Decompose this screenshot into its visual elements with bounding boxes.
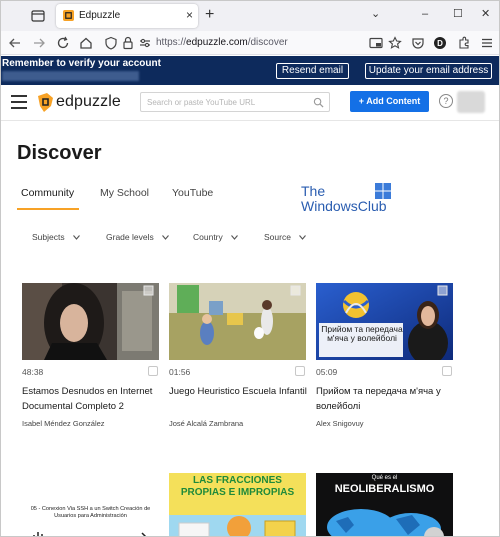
url-path: /discover	[247, 37, 288, 48]
video-author[interactable]: Alex Snigovuy	[316, 419, 364, 428]
permissions-icon[interactable]	[137, 35, 153, 51]
search-icon[interactable]	[313, 97, 324, 108]
chevron-down-icon	[230, 235, 238, 241]
browser-tab[interactable]: Edpuzzle ×	[56, 4, 198, 28]
logo-wordmark[interactable]: edpuzzle	[56, 93, 121, 111]
lock-icon[interactable]	[120, 35, 136, 51]
thumbnail-caption: Прийом та передача м'яча у волейболі	[321, 325, 403, 343]
bookmark-star-icon[interactable]	[387, 35, 403, 51]
select-checkbox[interactable]	[295, 366, 305, 376]
close-window-icon[interactable]: ✕	[481, 7, 490, 21]
filter-subjects[interactable]: Subjects	[32, 232, 80, 242]
app-menu-icon[interactable]	[479, 35, 495, 51]
tab-my-school[interactable]: My School	[100, 187, 149, 199]
browser-window: Edpuzzle × + ⌄ – ☐ ✕ https://edpuzzle.co…	[0, 0, 500, 537]
add-content-button[interactable]: + Add Content	[350, 91, 429, 112]
tab-community[interactable]: Community	[21, 187, 74, 199]
thumbnail-caption: 05 - Conexion Via SSH a un Switch Creaci…	[30, 506, 151, 519]
url-host: edpuzzle.com	[186, 37, 248, 48]
thumbnail-caption: LAS FRACCIONES PROPIAS E IMPROPIAS	[180, 475, 295, 498]
video-duration: 05:09	[316, 367, 338, 377]
hamburger-menu-icon[interactable]	[11, 95, 27, 109]
filter-label: Country	[193, 232, 223, 242]
chevron-down-icon	[299, 235, 306, 241]
home-icon[interactable]	[78, 35, 94, 51]
page-title: Discover	[17, 142, 102, 164]
avatar[interactable]	[457, 91, 485, 113]
back-arrow-icon[interactable]	[7, 35, 23, 51]
account-d-icon[interactable]: D	[432, 35, 448, 51]
edpuzzle-favicon-icon	[63, 10, 74, 21]
video-thumbnail[interactable]: 05 - Conexion Via SSH a un Switch Creaci…	[22, 473, 159, 537]
filter-country[interactable]: Country	[193, 232, 238, 242]
minimize-icon[interactable]: –	[422, 7, 428, 21]
extensions-puzzle-icon[interactable]	[456, 35, 472, 51]
windows-logo-icon	[375, 183, 391, 199]
url-field[interactable]: https://edpuzzle.com/discover	[156, 37, 288, 48]
chevron-down-icon	[161, 235, 169, 241]
tab-close-icon[interactable]: ×	[186, 8, 193, 22]
url-prefix: https://	[156, 37, 187, 48]
select-checkbox[interactable]	[442, 366, 452, 376]
video-author[interactable]: Isabel Méndez González	[22, 419, 105, 428]
tab-list-icon[interactable]	[29, 7, 47, 25]
video-thumbnail[interactable]	[169, 283, 306, 360]
thumbnail-caption-top: Qué es el	[371, 475, 398, 481]
update-email-button[interactable]: Update your email address	[365, 63, 492, 79]
watermark-line2: WindowsClub	[301, 198, 387, 214]
tab-overflow-chevron-icon[interactable]: ⌄	[371, 7, 380, 21]
verify-account-banner: Remember to verify your account Resend e…	[1, 56, 499, 85]
video-thumbnail[interactable]	[22, 283, 159, 360]
app-header: edpuzzle + Add Content ?	[1, 85, 499, 121]
video-title[interactable]: Estamos Desnudos en Internet Documental …	[22, 384, 162, 414]
thumbnail-caption: NEOLIBERALISMO	[334, 483, 435, 495]
video-duration: 01:56	[169, 367, 191, 377]
filter-grade-levels[interactable]: Grade levels	[106, 232, 169, 242]
filter-source[interactable]: Source	[264, 232, 306, 242]
filter-label: Subjects	[32, 232, 65, 242]
chevron-down-icon	[72, 235, 80, 241]
pocket-icon[interactable]	[410, 35, 426, 51]
new-tab-button[interactable]: +	[205, 6, 214, 24]
search-input[interactable]	[147, 96, 307, 108]
video-title[interactable]: Прийом та передача м'яча у волейболі	[316, 384, 456, 414]
picture-in-picture-icon[interactable]	[368, 35, 384, 51]
active-tab-indicator	[17, 208, 79, 210]
maximize-icon[interactable]: ☐	[453, 7, 463, 21]
video-thumbnail[interactable]: Прийом та передача м'яча у волейболі	[316, 283, 453, 360]
search-box[interactable]	[140, 92, 330, 112]
blurred-email	[2, 71, 139, 81]
watermark: The WindowsClub	[301, 183, 396, 215]
shield-icon[interactable]	[103, 35, 119, 51]
tab-strip: Edpuzzle × + ⌄ – ☐ ✕	[1, 1, 499, 31]
video-author[interactable]: José Alcalá Zambrana	[169, 419, 243, 428]
select-checkbox[interactable]	[148, 366, 158, 376]
filter-label: Source	[264, 232, 291, 242]
filter-label: Grade levels	[106, 232, 154, 242]
help-icon[interactable]: ?	[439, 94, 453, 108]
reload-icon[interactable]	[55, 35, 71, 51]
video-thumbnail[interactable]: Qué es el NEOLIBERALISMO	[316, 473, 453, 537]
tab-title: Edpuzzle	[79, 10, 121, 21]
resend-email-button[interactable]: Resend email	[276, 63, 349, 79]
video-thumbnail[interactable]: LAS FRACCIONES PROPIAS E IMPROPIAS	[169, 473, 306, 537]
svg-text:D: D	[437, 39, 443, 48]
tab-youtube[interactable]: YouTube	[172, 187, 213, 199]
video-duration: 48:38	[22, 367, 44, 377]
edpuzzle-logo-icon[interactable]	[37, 92, 54, 113]
forward-arrow-icon[interactable]	[31, 35, 47, 51]
video-title[interactable]: Juego Heuristico Escuela Infantil	[169, 384, 309, 399]
watermark-line1: The	[301, 183, 326, 199]
address-bar: https://edpuzzle.com/discover D	[1, 31, 499, 55]
verify-message: Remember to verify your account	[2, 58, 161, 69]
